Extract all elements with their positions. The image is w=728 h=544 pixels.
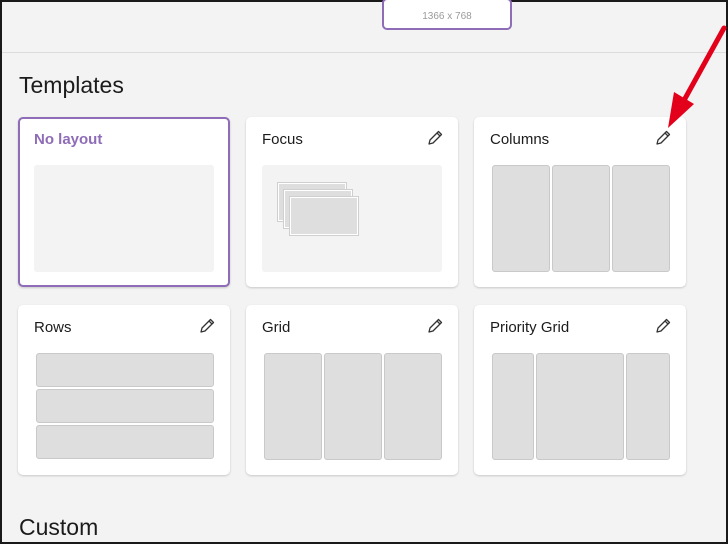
- layout-preview: [490, 165, 670, 272]
- template-card-priority-grid[interactable]: Priority Grid: [474, 305, 686, 475]
- template-title: Columns: [490, 131, 550, 148]
- template-title: No layout: [34, 131, 103, 148]
- priority-zone-right: [626, 353, 670, 460]
- pencil-icon[interactable]: [198, 317, 216, 335]
- priority-zone-left: [492, 353, 534, 460]
- template-title: Focus: [262, 131, 303, 148]
- layout-preview: [34, 165, 214, 272]
- layout-preview: [490, 353, 670, 460]
- red-arrow-icon: [668, 25, 727, 128]
- row-zone: [36, 353, 214, 387]
- layout-preview: [34, 353, 214, 460]
- row-zone: [36, 425, 214, 459]
- template-title: Priority Grid: [490, 319, 570, 336]
- row-zone: [36, 389, 214, 423]
- template-title: Rows: [34, 319, 72, 336]
- grid-zone: [324, 353, 382, 460]
- pencil-icon[interactable]: [654, 317, 672, 335]
- grid-zone: [264, 353, 322, 460]
- column-zone: [612, 165, 670, 272]
- template-card-rows[interactable]: Rows: [18, 305, 230, 475]
- template-card-grid[interactable]: Grid: [246, 305, 458, 475]
- template-card-columns[interactable]: Columns: [474, 117, 686, 287]
- focus-zone: [289, 196, 359, 236]
- layout-preview: [262, 353, 442, 460]
- grid-zone: [384, 353, 442, 460]
- custom-heading: Custom: [19, 514, 99, 540]
- template-title: Grid: [262, 319, 291, 336]
- monitor-strip: 1366 x 768: [2, 0, 726, 53]
- template-card-focus[interactable]: Focus: [246, 117, 458, 287]
- pencil-icon[interactable]: [426, 129, 444, 147]
- template-card-no-layout[interactable]: No layout: [18, 117, 230, 287]
- monitor-preview[interactable]: 1366 x 768: [382, 0, 512, 30]
- pencil-icon[interactable]: [426, 317, 444, 335]
- column-zone: [492, 165, 550, 272]
- layout-preview: [262, 165, 442, 272]
- column-zone: [552, 165, 610, 272]
- templates-heading: Templates: [19, 72, 124, 98]
- priority-zone-center: [536, 353, 624, 460]
